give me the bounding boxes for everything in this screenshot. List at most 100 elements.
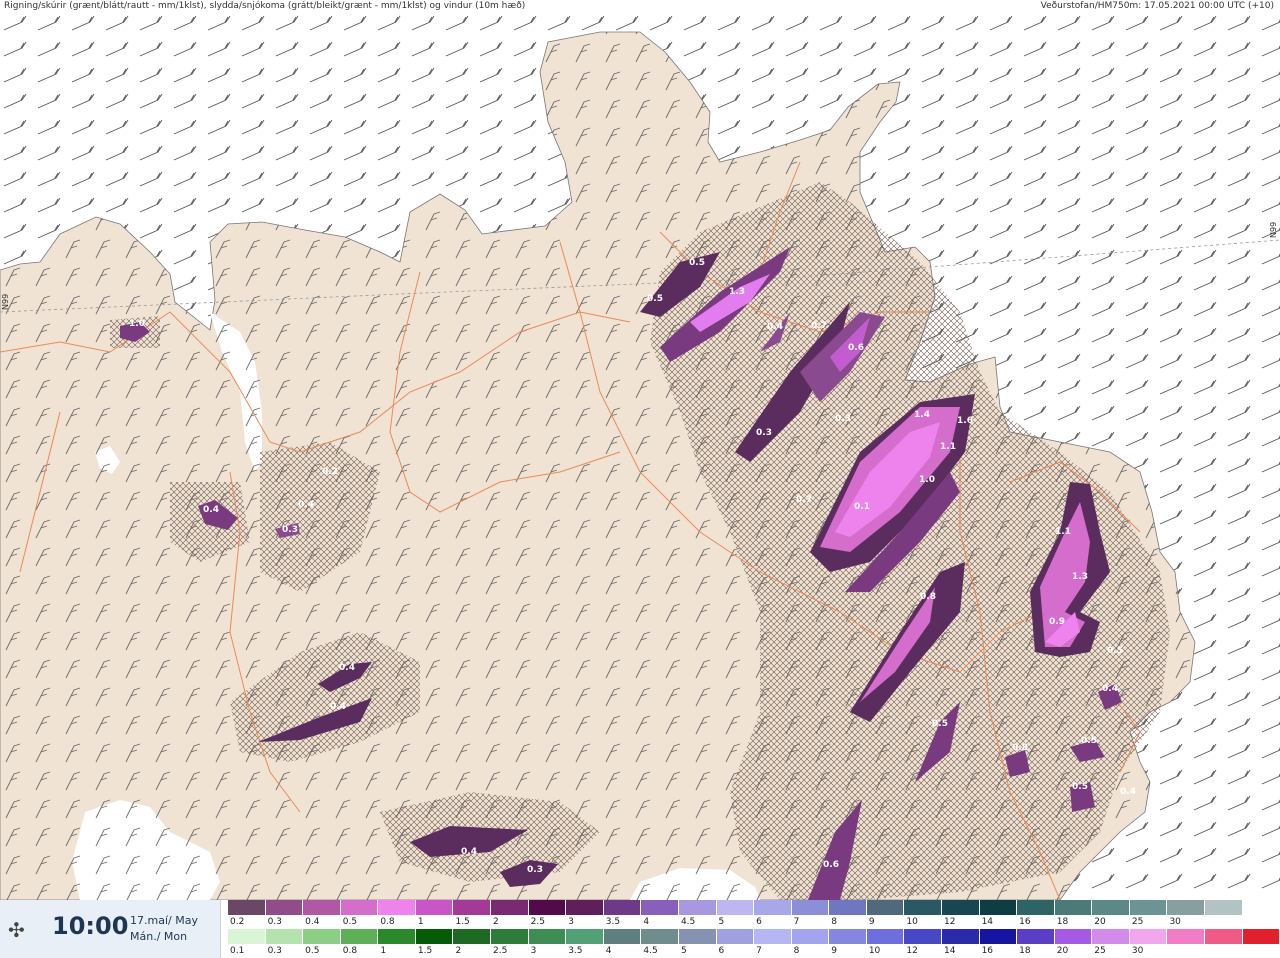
rain-legend-label xyxy=(1205,944,1243,958)
snow-legend-label: 0.3 xyxy=(267,917,282,927)
rain-legend-label: 0.1 xyxy=(230,946,245,956)
model-run-info: Veðurstofan/HM750m: 17.05.2021 00:00 UTC… xyxy=(1040,1,1274,11)
forecast-date: 17.maí/ May xyxy=(130,914,198,927)
rain-legend-swatch xyxy=(1167,929,1206,944)
snow-legend-label: 20 xyxy=(1094,917,1106,927)
map-title-bar: Rigning/skúrir (grænt/blátt/rautt - mm/1… xyxy=(0,0,1280,12)
precip-label: 0.5 xyxy=(1107,646,1123,656)
rain-legend-swatch xyxy=(491,929,529,944)
snow-legend-label: 5 xyxy=(718,917,725,927)
precip-label: 0.4 xyxy=(203,505,219,515)
snow-legend-swatch xyxy=(453,900,492,915)
precip-label: 0.8 xyxy=(1012,743,1028,753)
snow-legend-label: 18 xyxy=(1056,917,1069,927)
snow-legend-swatch xyxy=(678,900,717,915)
snow-legend-label: 2.5 xyxy=(530,917,545,927)
map-title: Rigning/skúrir (grænt/blátt/rautt - mm/1… xyxy=(4,1,526,11)
rain-legend-swatch xyxy=(340,929,379,944)
rain-legend-swatch xyxy=(303,929,341,944)
snow-legend-label: 6 xyxy=(756,917,762,927)
rain-legend-label: 0.5 xyxy=(305,946,320,956)
snow-legend-swatch xyxy=(716,900,755,915)
rain-legend-swatch xyxy=(829,929,867,944)
snow-legend-label: 10 xyxy=(906,917,918,927)
rain-legend-label: 0.8 xyxy=(342,946,358,956)
rain-legend-swatch xyxy=(265,929,304,944)
rain-legend-label: 12 xyxy=(906,946,918,956)
rain-legend-swatch xyxy=(228,929,266,944)
snow-legend-swatch xyxy=(415,900,454,915)
rain-legend-swatch xyxy=(866,929,905,944)
rain-legend-label: 3.5 xyxy=(568,946,583,956)
precip-label: 0.3 xyxy=(282,525,298,535)
snow-legend-label: 1 xyxy=(417,917,424,927)
rain-legend-swatch xyxy=(1017,929,1055,944)
rain-legend-label: 25 xyxy=(1094,946,1106,956)
snow-legend-label: 2 xyxy=(493,917,499,927)
rain-legend-label: 20 xyxy=(1056,946,1069,956)
precip-label: 0.4 xyxy=(1102,684,1118,694)
forecast-weekday: Mán./ Mon xyxy=(130,930,188,943)
snow-legend-swatch xyxy=(528,900,567,915)
footer: ✣ 10:00 17.maí/ May Mán./ Mon 0.2 0.3 0.4 0… xyxy=(0,900,1280,958)
rain-legend-swatch xyxy=(453,929,492,944)
snow-legend-swatch xyxy=(1242,900,1280,915)
rain-legend-swatch xyxy=(1205,929,1243,944)
snow-legend-swatch xyxy=(378,900,416,915)
precip-label: 0.4 xyxy=(330,702,346,712)
rain-legend-label: 30 xyxy=(1131,946,1144,956)
rain-legend-label: 16 xyxy=(981,946,994,956)
snow-legend-label xyxy=(1205,915,1243,929)
snow-legend-label: 0.2 xyxy=(230,917,245,927)
precip-label: 0.1 xyxy=(854,502,870,512)
snow-legend-label: 0.5 xyxy=(342,917,358,927)
snow-legend-label: 9 xyxy=(868,917,875,927)
rain-legend-label: 1.5 xyxy=(417,946,433,956)
rain-legend-swatch xyxy=(1054,929,1093,944)
rain-legend-swatch xyxy=(378,929,416,944)
precip-label: 0.4 xyxy=(767,322,783,332)
rain-legend-label: 8 xyxy=(793,946,800,956)
snow-legend-swatch xyxy=(303,900,341,915)
precip-legend: 0.2 0.3 0.4 0.5 0.8 1 1.5 2 2.5 3 3.5 4 4.5 5 6 7 8 9 10 12… xyxy=(228,900,1280,958)
snow-legend-swatch xyxy=(829,900,867,915)
rain-legend-swatch xyxy=(904,929,942,944)
snow-legend-swatch xyxy=(340,900,379,915)
snow-legend-label: 0.4 xyxy=(305,917,320,927)
rain-legend-label: 9 xyxy=(831,946,837,956)
rain-legend-label: 1 xyxy=(380,946,387,956)
precip-label: 0.2 xyxy=(322,467,338,477)
precip-label: 0.5 xyxy=(1072,782,1088,792)
precip-label: 1.3 xyxy=(729,287,745,297)
precip-label: 0.7 xyxy=(811,321,827,331)
precip-label: 1.3 xyxy=(1072,572,1088,582)
snow-legend-swatch xyxy=(265,900,304,915)
precip-label: 0.5 xyxy=(932,719,948,729)
rain-legend-swatch xyxy=(716,929,755,944)
precip-label: 0.4 xyxy=(298,500,314,510)
snow-legend-label: 7 xyxy=(793,917,800,927)
rain-legend-swatch xyxy=(603,929,642,944)
rain-legend-label: 2.5 xyxy=(493,946,508,956)
snow-legend-swatches xyxy=(228,900,1280,915)
rain-legend-swatch xyxy=(1242,929,1280,944)
rain-legend-label xyxy=(1167,944,1205,958)
rain-legend-swatch xyxy=(754,929,792,944)
rain-legend-label: 0.3 xyxy=(267,946,282,956)
rain-legend-swatch xyxy=(528,929,567,944)
precip-label: 0.7 xyxy=(796,495,812,505)
rain-legend-swatch xyxy=(791,929,830,944)
snow-legend-label: 3 xyxy=(568,917,574,927)
precip-label: 0.3 xyxy=(756,428,772,438)
rain-legend-swatch xyxy=(566,929,604,944)
rain-legend-swatches xyxy=(228,929,1280,944)
snow-legend-label xyxy=(1243,915,1280,929)
snow-legend-swatch xyxy=(1054,900,1093,915)
snow-legend-swatch xyxy=(791,900,830,915)
rain-legend-swatch xyxy=(1092,929,1130,944)
precip-label: 0.5 xyxy=(689,258,705,268)
rain-legend-label: 4.5 xyxy=(643,946,658,956)
precip-label: 0.4 xyxy=(461,847,477,857)
rain-legend-swatch xyxy=(641,929,679,944)
snow-legend-swatch xyxy=(979,900,1018,915)
